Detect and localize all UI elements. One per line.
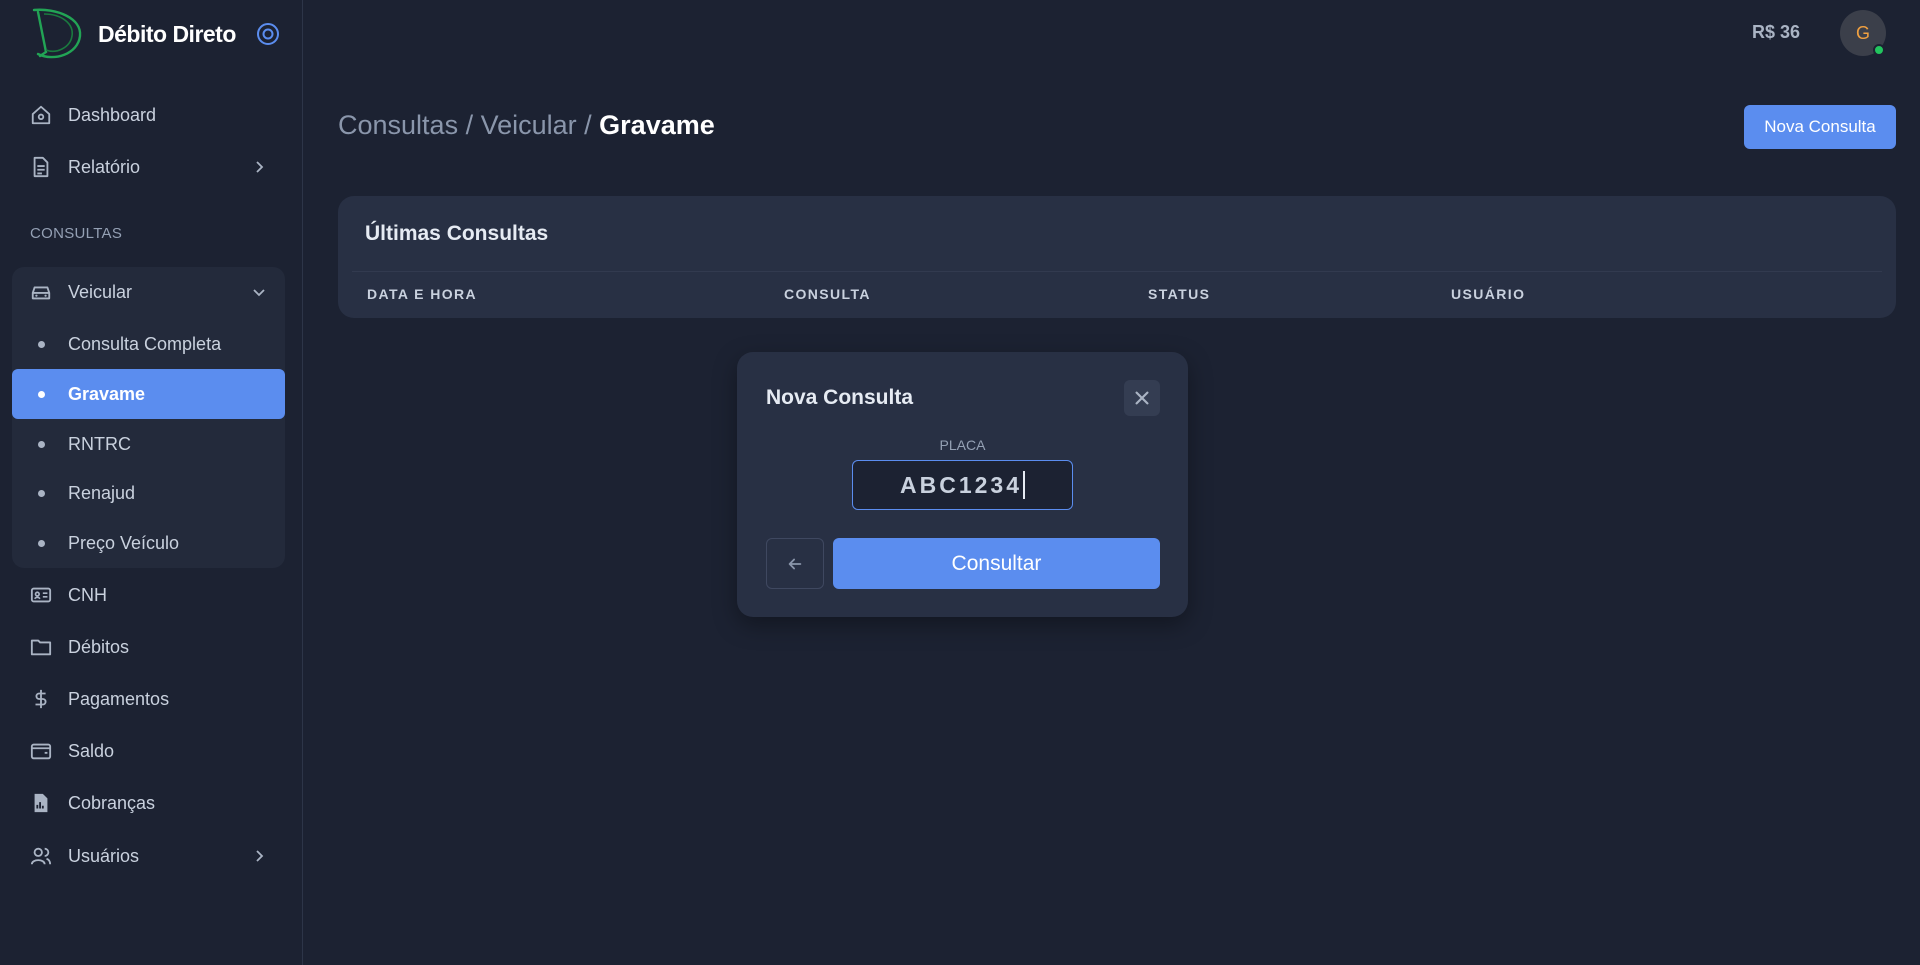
sidebar-subitem-label: Preço Veículo xyxy=(68,532,180,553)
consult-button[interactable]: Consultar xyxy=(833,538,1160,589)
sidebar-subitem-renajud[interactable]: Renajud xyxy=(12,468,285,518)
card-title: Últimas Consultas xyxy=(365,222,549,245)
sidebar-item-label: CNH xyxy=(68,584,107,605)
bullet-icon xyxy=(38,490,45,497)
sidebar-item-saldo[interactable]: Saldo xyxy=(12,726,285,776)
new-query-modal: Nova Consulta PLACA ABC1234 Consultar xyxy=(737,352,1188,617)
sidebar-subitem-label: Renajud xyxy=(68,482,136,503)
chevron-down-icon xyxy=(253,289,265,297)
car-icon xyxy=(30,281,52,303)
back-button[interactable] xyxy=(766,538,824,589)
sidebar-subitem-rntrc[interactable]: RNTRC xyxy=(12,419,285,469)
breadcrumb-separator: / xyxy=(458,110,481,140)
chevron-right-icon xyxy=(256,850,264,862)
breadcrumb-separator: / xyxy=(576,110,600,140)
sidebar-subitem-label: Consulta Completa xyxy=(68,333,222,354)
sidebar-item-dashboard[interactable]: Dashboard xyxy=(12,90,285,140)
new-query-button[interactable]: Nova Consulta xyxy=(1744,105,1896,149)
sidebar-subitem-gravame[interactable]: Gravame xyxy=(12,369,285,419)
modal-title: Nova Consulta xyxy=(766,386,914,409)
breadcrumb-veicular[interactable]: Veicular xyxy=(481,110,577,140)
sidebar-item-pagamentos[interactable]: Pagamentos xyxy=(12,674,285,724)
sidebar-item-label: Relatório xyxy=(68,156,141,177)
dollar-icon xyxy=(30,688,52,710)
divider xyxy=(352,271,1882,272)
arrow-left-icon xyxy=(788,558,802,569)
invoice-icon xyxy=(30,792,52,814)
plate-input-value: ABC1234 xyxy=(900,471,1022,498)
sidebar-subitem-preco-veiculo[interactable]: Preço Veículo xyxy=(12,518,285,568)
wallet-icon xyxy=(30,740,52,762)
text-caret xyxy=(1023,471,1025,499)
sidebar: Débito Direto Dashboard Relatório CONSUL… xyxy=(0,0,303,965)
brand[interactable]: Débito Direto xyxy=(26,4,280,64)
sidebar-item-label: Veicular xyxy=(68,281,133,302)
section-label-consultas: CONSULTAS xyxy=(30,225,123,242)
home-icon xyxy=(30,104,52,126)
folder-icon xyxy=(30,636,52,658)
sidebar-subitem-label: Gravame xyxy=(68,383,146,404)
sidebar-item-relatorio[interactable]: Relatório xyxy=(12,142,285,192)
sidebar-item-label: Dashboard xyxy=(68,104,157,125)
sidebar-item-cobrancas[interactable]: Cobranças xyxy=(12,778,285,828)
chevron-right-icon xyxy=(256,161,264,173)
app-name: Débito Direto xyxy=(98,20,236,47)
sidebar-subitem-label: RNTRC xyxy=(68,433,131,454)
balance-display: R$ 36 xyxy=(1752,22,1801,42)
sidebar-toggle-icon[interactable] xyxy=(256,22,280,46)
breadcrumb: Consultas / Veicular / Gravame xyxy=(338,110,715,141)
document-icon xyxy=(30,156,52,178)
sidebar-item-veicular[interactable]: Veicular xyxy=(12,267,285,317)
breadcrumb-current: Gravame xyxy=(599,110,715,140)
sidebar-item-label: Pagamentos xyxy=(68,688,170,709)
sidebar-item-debitos[interactable]: Débitos xyxy=(12,622,285,672)
plate-field-label: PLACA xyxy=(939,437,986,453)
close-icon xyxy=(1135,391,1149,405)
column-header-query: CONSULTA xyxy=(784,286,871,302)
column-header-status: STATUS xyxy=(1148,286,1211,302)
recent-queries-card: Últimas Consultas DATA E HORA CONSULTA S… xyxy=(338,196,1896,318)
bullet-icon xyxy=(38,540,45,547)
sidebar-item-label: Saldo xyxy=(68,740,115,761)
bullet-icon xyxy=(38,441,45,448)
sidebar-item-cnh[interactable]: CNH xyxy=(12,570,285,620)
sidebar-subitem-consulta-completa[interactable]: Consulta Completa xyxy=(12,319,285,369)
plate-input[interactable]: ABC1234 xyxy=(852,460,1073,510)
online-status-indicator xyxy=(1873,44,1885,56)
sidebar-item-label: Débitos xyxy=(68,636,130,657)
bullet-icon xyxy=(38,341,45,348)
sidebar-item-label: Usuários xyxy=(68,845,140,866)
users-icon xyxy=(30,845,52,867)
sidebar-item-label: Cobranças xyxy=(68,792,156,813)
breadcrumb-consultas[interactable]: Consultas xyxy=(338,110,458,140)
id-card-icon xyxy=(30,584,52,606)
sidebar-item-usuarios[interactable]: Usuários xyxy=(12,831,285,881)
close-button[interactable] xyxy=(1124,380,1160,416)
logo-icon xyxy=(32,8,82,59)
column-header-date: DATA E HORA xyxy=(367,286,478,302)
column-header-user: USUÁRIO xyxy=(1451,286,1526,302)
bullet-icon xyxy=(38,391,45,398)
